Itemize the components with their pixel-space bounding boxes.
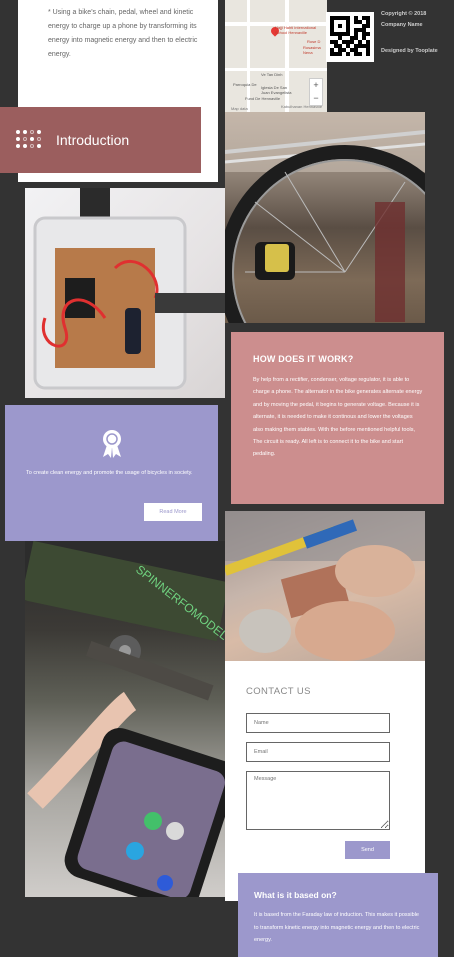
- circuit-illustration: [33, 188, 225, 390]
- how-title: HOW DOES IT WORK?: [253, 354, 354, 364]
- email-input[interactable]: [246, 742, 390, 762]
- map-data-label: Map data: [231, 106, 248, 111]
- zoom-out-button[interactable]: −: [310, 92, 322, 105]
- qr-module: [366, 52, 370, 56]
- contact-title: CONTACT US: [246, 686, 311, 697]
- map-zoom-control[interactable]: + −: [309, 78, 323, 106]
- bike-phone-illustration: SPINNERFOMODEL: [25, 541, 225, 897]
- how-does-it-work-card: HOW DOES IT WORK? By help from a rectifi…: [231, 332, 444, 504]
- map-label: Parroquia De: [233, 82, 257, 87]
- send-button[interactable]: Send: [345, 841, 390, 859]
- message-textarea[interactable]: [246, 771, 390, 830]
- based-on-card: What is it based on? It is based from th…: [238, 873, 438, 957]
- soldering-photo: [225, 511, 425, 661]
- award-ribbon-icon: [103, 430, 121, 458]
- based-title: What is it based on?: [254, 890, 337, 900]
- intro-text: * Using a bike's chain, pedal, wheel and…: [48, 9, 198, 58]
- map-label: Fund De Hennaville: [245, 96, 281, 101]
- qr-code: [326, 12, 374, 62]
- name-input[interactable]: [246, 713, 390, 733]
- braille-icon: [16, 130, 44, 150]
- map-label: Hajji Hahti international School Hennavi…: [275, 25, 317, 35]
- based-body: It is based from the Faraday law of indu…: [254, 912, 420, 943]
- copyright-text: Copyright © 2018 Company Name: [381, 11, 427, 28]
- map-label: Rosasima Nena: [303, 45, 321, 55]
- purpose-text: To create clean energy and promote the u…: [26, 470, 193, 476]
- map-label: Rose D: [307, 39, 321, 44]
- how-body: By help from a rectifier, condenser, vol…: [253, 377, 423, 458]
- designed-by-text: Designed by Tooplate: [381, 48, 438, 54]
- map-label: Ve Tan Dinh: [261, 72, 283, 77]
- map-road: [225, 68, 327, 71]
- map-label: Juan Evangelista: [261, 90, 292, 95]
- purpose-card: To create clean energy and promote the u…: [5, 405, 218, 541]
- zoom-in-button[interactable]: +: [310, 79, 322, 92]
- introduction-title: Introduction: [56, 132, 130, 148]
- circuit-board-photo: [25, 188, 225, 398]
- introduction-bar[interactable]: Introduction: [0, 107, 201, 173]
- qr-code-pattern: [330, 16, 370, 56]
- location-map[interactable]: Hajji Hahti international School Hennavi…: [225, 0, 327, 112]
- bike-phone-charging-photo: SPINNERFOMODEL: [25, 541, 225, 897]
- bike-wheel-illustration: [225, 112, 425, 323]
- soldering-illustration: [225, 511, 425, 661]
- bike-wheel-dynamo-photo: [225, 112, 425, 323]
- read-more-button[interactable]: Read More: [144, 503, 202, 521]
- contact-form-card: CONTACT US Send: [225, 661, 425, 901]
